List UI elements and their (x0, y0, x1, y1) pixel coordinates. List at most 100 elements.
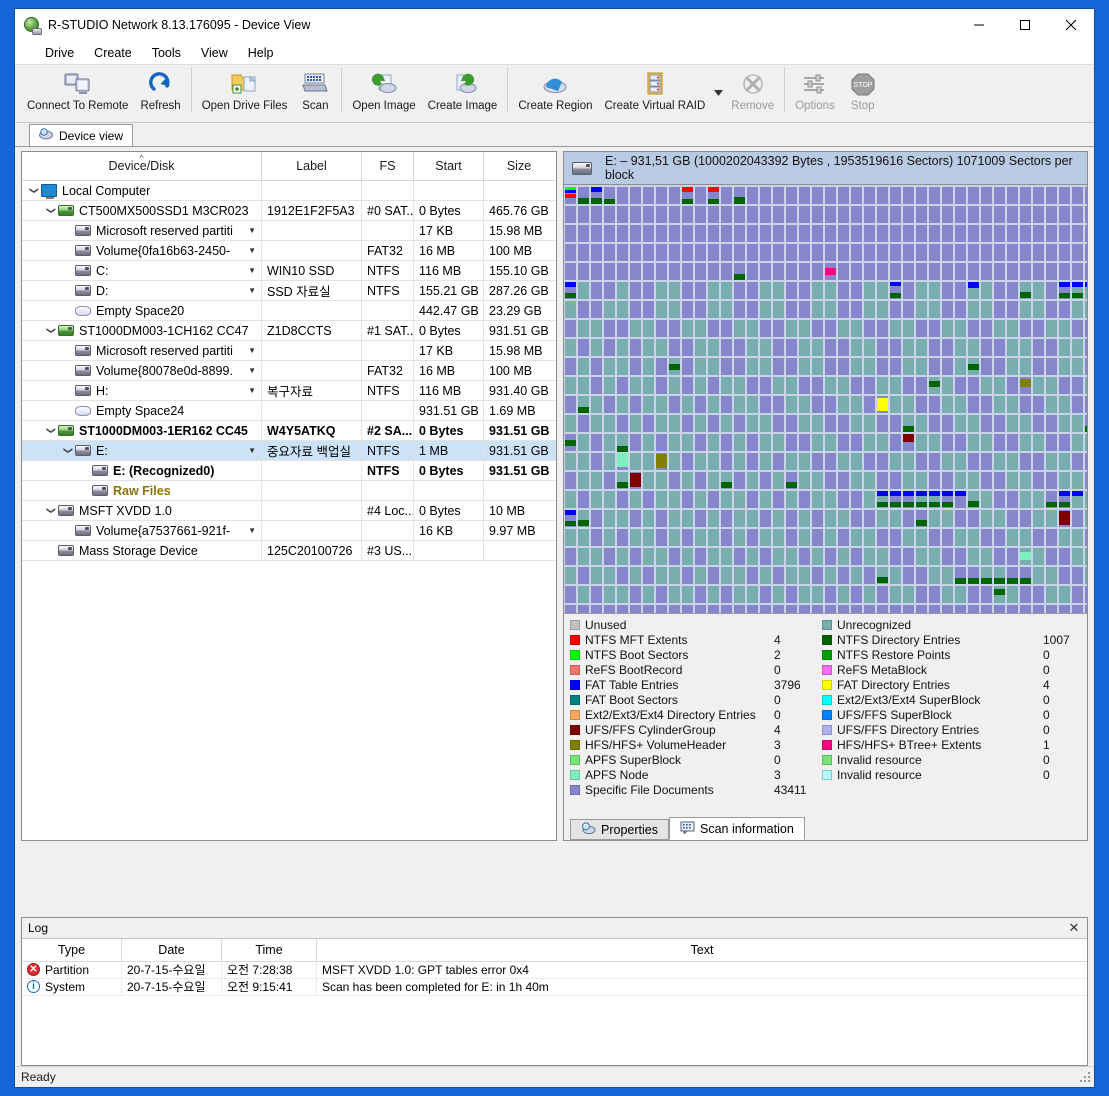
disk-block[interactable] (877, 377, 888, 394)
disk-block[interactable] (1033, 491, 1044, 508)
disk-block[interactable] (721, 244, 732, 261)
disk-block[interactable] (643, 434, 654, 451)
disk-block[interactable] (1020, 244, 1031, 261)
disk-block[interactable] (721, 225, 732, 242)
resize-grip[interactable] (1078, 1070, 1092, 1084)
disk-block[interactable] (981, 472, 992, 489)
disk-block[interactable] (1046, 567, 1057, 584)
disk-block[interactable] (955, 491, 966, 508)
disk-block[interactable] (669, 301, 680, 318)
disk-block[interactable] (942, 548, 953, 565)
disk-block[interactable] (825, 510, 836, 527)
disk-block[interactable] (1059, 206, 1070, 223)
disk-block[interactable] (786, 453, 797, 470)
disk-block[interactable] (903, 567, 914, 584)
disk-block[interactable] (1033, 586, 1044, 603)
disk-block[interactable] (864, 434, 875, 451)
disk-block[interactable] (812, 586, 823, 603)
disk-block[interactable] (1033, 567, 1044, 584)
disk-block[interactable] (1085, 529, 1087, 546)
disk-block[interactable] (695, 548, 706, 565)
disk-block[interactable] (695, 510, 706, 527)
disk-block[interactable] (851, 206, 862, 223)
disk-block[interactable] (890, 320, 901, 337)
disk-block[interactable] (799, 187, 810, 204)
disk-block[interactable] (747, 548, 758, 565)
disk-block[interactable] (877, 358, 888, 375)
disk-block[interactable] (981, 396, 992, 413)
disk-block[interactable] (851, 377, 862, 394)
column-header-device-disk[interactable]: ^ Device/Disk (22, 152, 262, 180)
disk-block[interactable] (682, 377, 693, 394)
disk-block[interactable] (565, 396, 576, 413)
disk-block[interactable] (721, 206, 732, 223)
disk-block[interactable] (812, 548, 823, 565)
disk-block[interactable] (994, 206, 1005, 223)
disk-block[interactable] (617, 529, 628, 546)
disk-block[interactable] (1072, 510, 1083, 527)
disk-block[interactable] (994, 605, 1005, 613)
disk-block[interactable] (682, 491, 693, 508)
disk-block[interactable] (903, 225, 914, 242)
disk-block[interactable] (812, 605, 823, 613)
disk-block[interactable] (721, 453, 732, 470)
disk-block[interactable] (747, 605, 758, 613)
disk-block[interactable] (825, 244, 836, 261)
disk-block[interactable] (1046, 586, 1057, 603)
disk-block[interactable] (747, 491, 758, 508)
disk-block[interactable] (929, 282, 940, 299)
disk-block[interactable] (721, 567, 732, 584)
disk-block[interactable] (565, 263, 576, 280)
disk-block[interactable] (591, 244, 602, 261)
disk-block[interactable] (838, 434, 849, 451)
disk-block[interactable] (916, 339, 927, 356)
disk-block[interactable] (682, 206, 693, 223)
disk-block[interactable] (864, 225, 875, 242)
disk-block[interactable] (812, 282, 823, 299)
disk-block[interactable] (942, 510, 953, 527)
disk-block[interactable] (669, 529, 680, 546)
disk-block[interactable] (825, 225, 836, 242)
disk-block[interactable] (890, 548, 901, 565)
disk-block[interactable] (773, 567, 784, 584)
disk-block[interactable] (890, 225, 901, 242)
disk-block[interactable] (916, 320, 927, 337)
toolbar-connect-to-remote[interactable]: Connect To Remote (21, 65, 134, 120)
disk-block[interactable] (604, 377, 615, 394)
disk-block[interactable] (695, 567, 706, 584)
disk-block[interactable] (1046, 510, 1057, 527)
disk-block[interactable] (669, 396, 680, 413)
disk-block[interactable] (799, 510, 810, 527)
toolbar-create-virtual-raid[interactable]: Create Virtual RAID (599, 65, 712, 120)
disk-block[interactable] (682, 358, 693, 375)
disk-block[interactable] (799, 491, 810, 508)
disk-block[interactable] (1046, 434, 1057, 451)
disk-block[interactable] (825, 206, 836, 223)
disk-block[interactable] (942, 206, 953, 223)
disk-block[interactable] (1033, 358, 1044, 375)
disk-block[interactable] (825, 301, 836, 318)
disk-block[interactable] (604, 282, 615, 299)
disk-block[interactable] (578, 358, 589, 375)
disk-block[interactable] (734, 339, 745, 356)
disk-block[interactable] (734, 548, 745, 565)
disk-block[interactable] (994, 263, 1005, 280)
disk-block[interactable] (682, 434, 693, 451)
disk-block[interactable] (656, 206, 667, 223)
disk-block[interactable] (903, 529, 914, 546)
disk-block[interactable] (968, 244, 979, 261)
disk-block[interactable] (838, 510, 849, 527)
disk-block[interactable] (695, 453, 706, 470)
disk-block[interactable] (682, 225, 693, 242)
disk-block[interactable] (1059, 358, 1070, 375)
disk-block[interactable] (955, 225, 966, 242)
disk-block[interactable] (1072, 358, 1083, 375)
disk-block[interactable] (1046, 548, 1057, 565)
disk-block[interactable] (747, 301, 758, 318)
disk-block[interactable] (812, 187, 823, 204)
disk-block[interactable] (1033, 453, 1044, 470)
disk-block[interactable] (851, 396, 862, 413)
disk-block[interactable] (630, 434, 641, 451)
disk-block[interactable] (968, 586, 979, 603)
disk-block[interactable] (877, 206, 888, 223)
